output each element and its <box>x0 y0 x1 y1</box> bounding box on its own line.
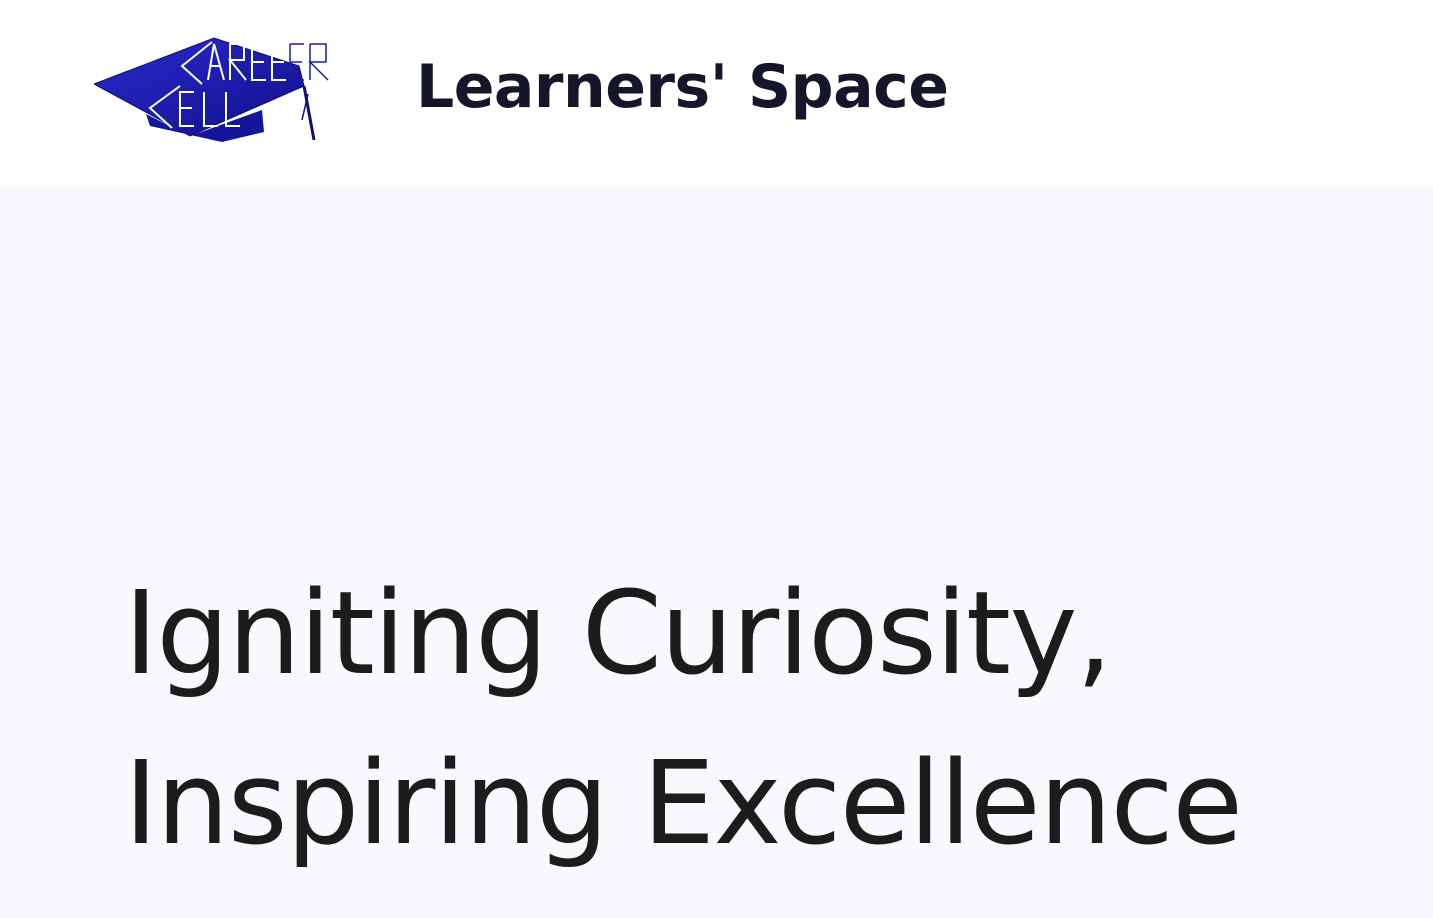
hero-heading-line-1: Igniting Curiosity, <box>124 567 1113 701</box>
hero-section: Igniting Curiosity, Inspiring Excellence <box>0 185 1433 918</box>
site-header: Learners' Space <box>0 0 1433 185</box>
graduation-cap-icon <box>94 37 329 142</box>
hero-heading: Igniting Curiosity, Inspiring Excellence <box>124 549 1243 889</box>
hero-heading-line-2: Inspiring Excellence <box>124 737 1243 871</box>
career-cell-logo[interactable] <box>94 36 349 144</box>
site-title[interactable]: Learners' Space <box>416 49 949 125</box>
